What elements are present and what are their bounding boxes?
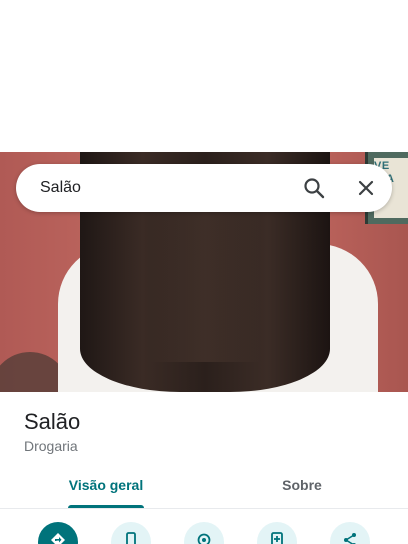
tab-about[interactable]: Sobre <box>262 466 342 508</box>
place-title: Salão <box>24 409 81 434</box>
share-button[interactable] <box>330 522 370 544</box>
tab-selected-indicator <box>68 505 144 508</box>
hair-sheen <box>150 192 260 362</box>
close-icon <box>358 180 374 196</box>
share-icon <box>344 533 356 544</box>
save-icon <box>271 532 283 544</box>
clear-search-button[interactable] <box>352 174 380 202</box>
tab-bar: Visão geral Sobre <box>0 466 408 509</box>
map-area <box>0 0 408 152</box>
tab-overview-label: Visão geral <box>68 477 144 493</box>
phone-icon <box>126 532 136 544</box>
nearby-button[interactable] <box>184 522 224 544</box>
tab-overview[interactable]: Visão geral <box>60 466 152 508</box>
call-button[interactable] <box>111 522 151 544</box>
search-button[interactable] <box>300 174 328 202</box>
action-buttons <box>0 520 408 544</box>
search-input[interactable]: Salão <box>40 164 280 212</box>
search-icon <box>304 178 325 199</box>
directions-icon <box>51 533 65 544</box>
tab-about-label: Sobre <box>282 477 322 493</box>
save-button[interactable] <box>257 522 297 544</box>
directions-button[interactable] <box>38 522 78 544</box>
place-category[interactable]: Drogaria <box>24 437 78 455</box>
search-bar[interactable]: Salão <box>16 164 392 212</box>
location-icon <box>197 533 211 544</box>
